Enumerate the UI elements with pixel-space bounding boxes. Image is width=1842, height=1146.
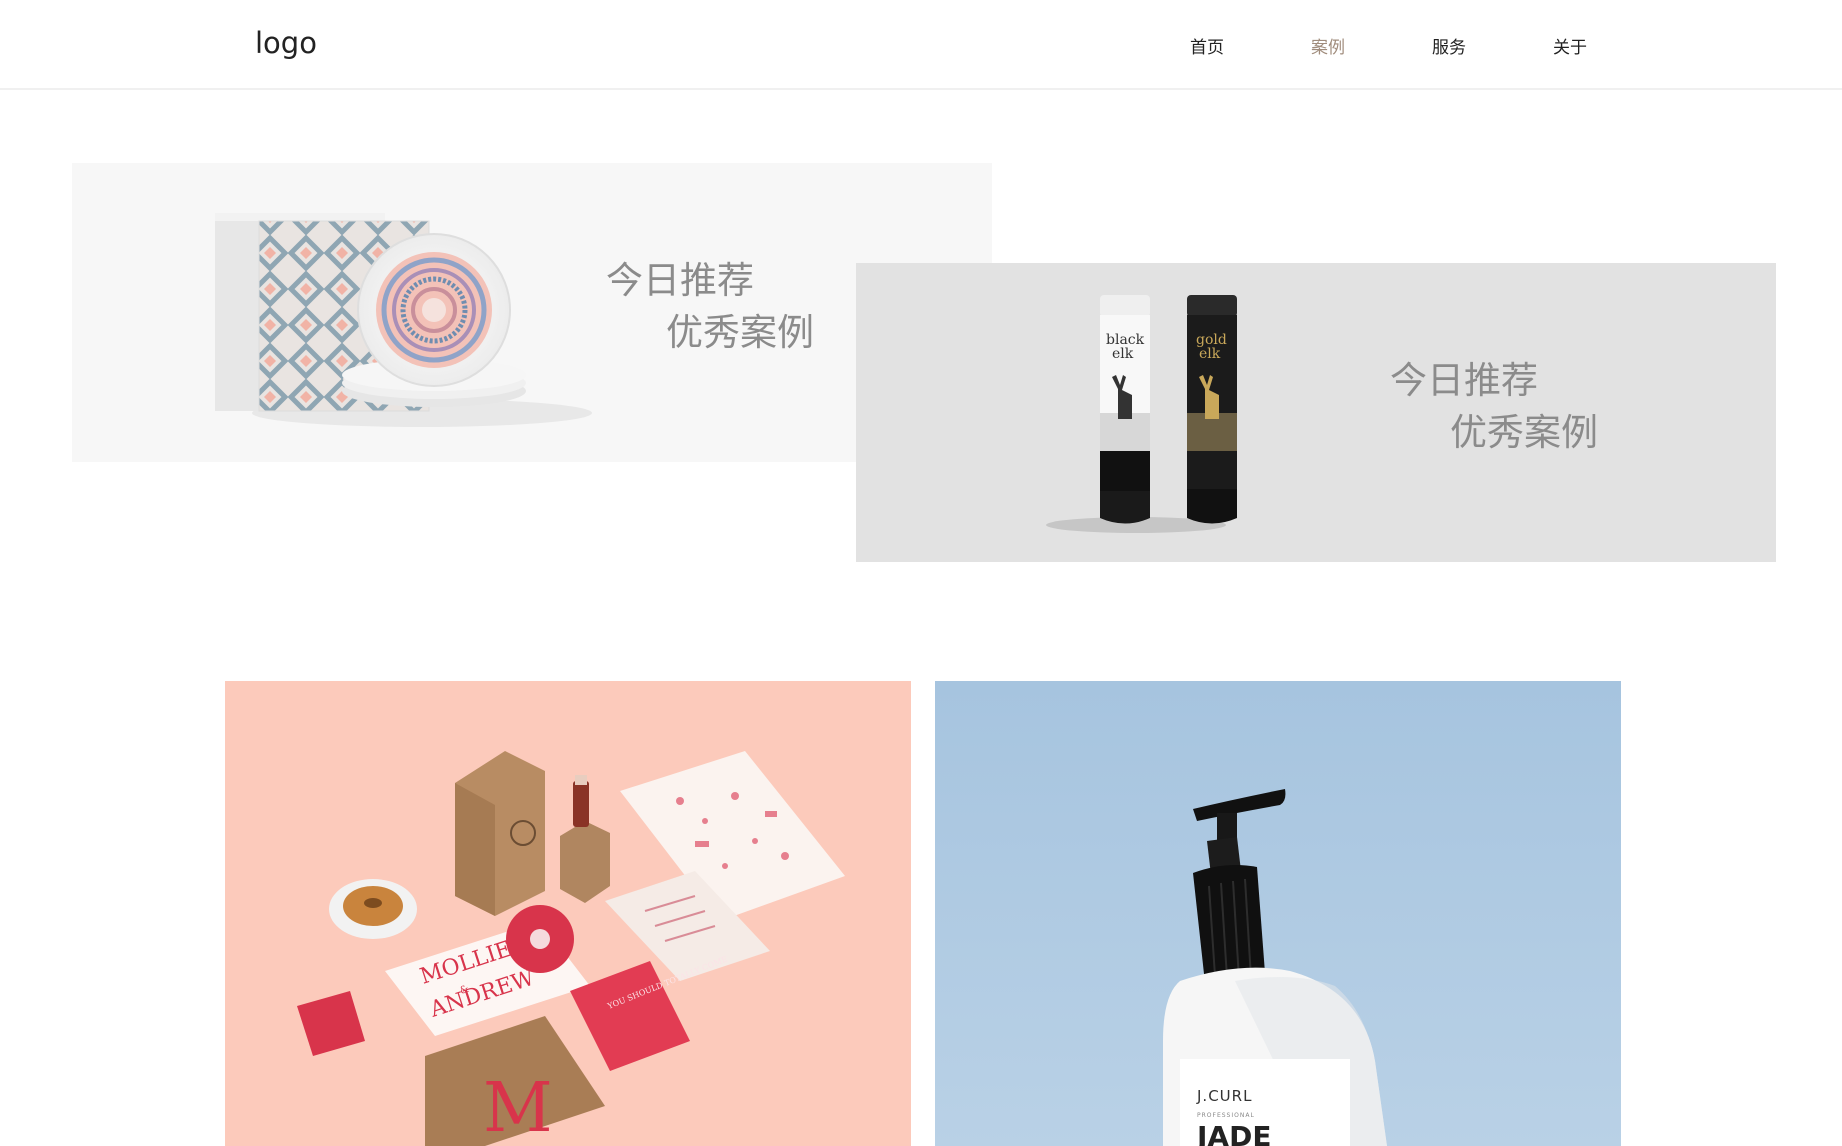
featured-1-subtitle: 优秀案例 bbox=[666, 311, 814, 354]
featured-card-2[interactable]: black elk gold elk 今日推荐 优秀案例 bbox=[856, 263, 1776, 562]
gallery-tile-stationery[interactable]: MOLLIE & ANDREW M YOU SHOULD TOTALLY COM… bbox=[225, 681, 911, 1146]
black-elk-label-line2: elk bbox=[1112, 346, 1134, 362]
elk-bottles-image: black elk gold elk bbox=[1046, 295, 1237, 533]
nav-about[interactable]: 关于 bbox=[1553, 33, 1674, 58]
gold-elk-bottle: gold elk bbox=[1187, 295, 1237, 524]
lotion-name-text: JADE bbox=[1195, 1120, 1271, 1146]
site-header: logo 首页 案例 服务 关于 bbox=[0, 0, 1842, 90]
lotion-brand-text: J.CURL bbox=[1196, 1087, 1252, 1105]
boxed-plates-image bbox=[215, 213, 592, 427]
featured-2-title: 今日推荐 bbox=[1390, 359, 1538, 402]
featured-card-1[interactable]: 今日推荐 优秀案例 bbox=[72, 163, 992, 462]
lotion-sub-text: PROFESSIONAL bbox=[1197, 1112, 1255, 1119]
gallery-tile-lotion[interactable]: J.CURL PROFESSIONAL JADE bbox=[935, 681, 1621, 1146]
site-logo[interactable]: logo bbox=[255, 26, 317, 60]
envelope-monogram: M bbox=[483, 1069, 553, 1146]
nav-cases[interactable]: 案例 bbox=[1311, 33, 1432, 58]
featured-2-subtitle: 优秀案例 bbox=[1450, 411, 1598, 454]
lotion-bottle-image: J.CURL PROFESSIONAL JADE bbox=[1163, 789, 1387, 1146]
black-elk-bottle: black elk bbox=[1100, 295, 1150, 524]
gold-elk-label-line2: elk bbox=[1199, 346, 1221, 362]
stationery-image: MOLLIE & ANDREW M YOU SHOULD TOTALLY COM… bbox=[297, 751, 845, 1146]
nav-services[interactable]: 服务 bbox=[1432, 33, 1553, 58]
featured-1-title: 今日推荐 bbox=[606, 259, 754, 302]
main-nav: 首页 案例 服务 关于 bbox=[1190, 33, 1674, 58]
nav-home[interactable]: 首页 bbox=[1190, 33, 1311, 58]
